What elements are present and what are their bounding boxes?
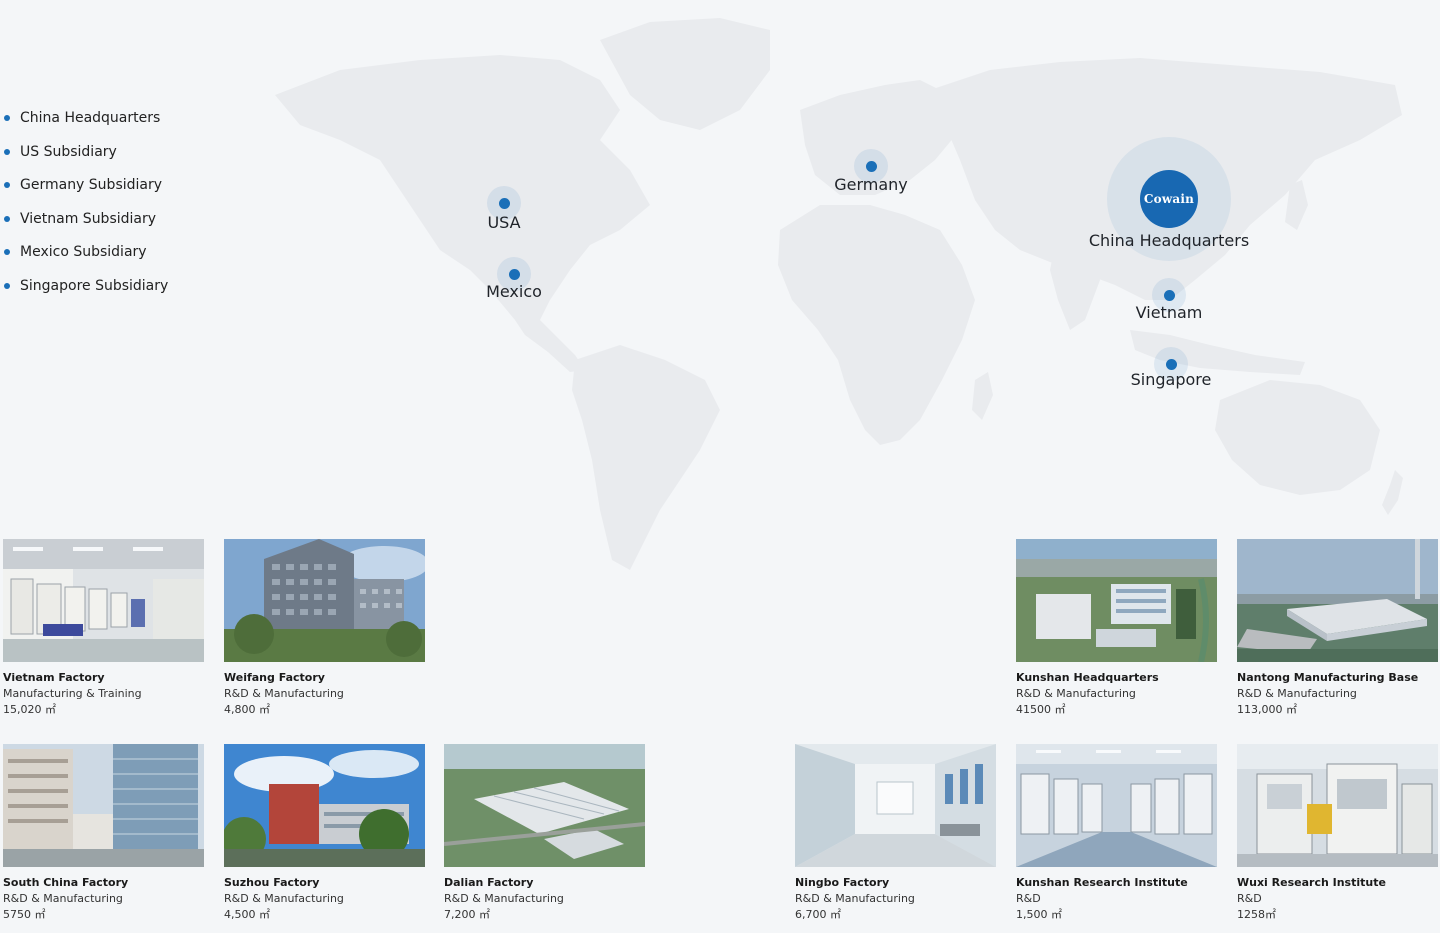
facility-photo bbox=[1016, 539, 1217, 662]
location-pin-icon bbox=[1164, 290, 1175, 301]
marker-label: China Headquarters bbox=[1088, 231, 1250, 250]
location-pin-icon bbox=[509, 269, 520, 280]
facility-card-suzhou-factory[interactable]: Suzhou Factory R&D & Manufacturing 4,500… bbox=[224, 744, 425, 923]
facility-type: R&D & Manufacturing bbox=[3, 892, 123, 905]
bullet-dot-icon bbox=[4, 249, 10, 255]
facility-type: R&D bbox=[1016, 892, 1041, 905]
legend-item-us-subsidiary[interactable]: US Subsidiary bbox=[0, 142, 168, 176]
facility-name: Wuxi Research Institute bbox=[1237, 876, 1386, 889]
facility-name: Weifang Factory bbox=[224, 671, 325, 684]
location-pin-icon bbox=[866, 161, 877, 172]
facility-name: South China Factory bbox=[3, 876, 129, 889]
facility-photo bbox=[444, 744, 645, 867]
marker-label: Germany bbox=[834, 175, 908, 194]
location-pin-icon bbox=[1166, 359, 1177, 370]
bullet-dot-icon bbox=[4, 282, 10, 289]
bullet-dot-icon bbox=[4, 115, 10, 121]
legend-item-singapore-subsidiary[interactable]: Singapore Subsidiary bbox=[0, 276, 168, 310]
facility-photo bbox=[224, 744, 425, 867]
facility-area: 5750 ㎡ bbox=[3, 908, 46, 921]
facility-card-south-china-factory[interactable]: South China Factory R&D & Manufacturing … bbox=[3, 744, 204, 923]
bullet-dot-icon bbox=[4, 182, 10, 188]
facility-photo bbox=[1237, 539, 1438, 662]
facility-name: Ningbo Factory bbox=[795, 876, 890, 889]
world-map bbox=[275, 18, 1403, 570]
facility-name: Kunshan Research Institute bbox=[1016, 876, 1188, 889]
facility-card-weifang-factory[interactable]: Weifang Factory R&D & Manufacturing 4,80… bbox=[224, 539, 425, 718]
facility-photo bbox=[224, 539, 425, 662]
subsidiary-legend: China Headquarters US Subsidiary Germany… bbox=[0, 108, 168, 309]
legend-item-label: Germany Subsidiary bbox=[20, 177, 163, 193]
facility-name: Kunshan Headquarters bbox=[1016, 671, 1159, 684]
facility-area: 4,800 ㎡ bbox=[224, 703, 270, 716]
facility-area: 1,500 ㎡ bbox=[1016, 908, 1062, 921]
facility-card-dalian-factory[interactable]: Dalian Factory R&D & Manufacturing 7,200… bbox=[444, 744, 645, 923]
facility-type: R&D & Manufacturing bbox=[1237, 687, 1357, 700]
facility-card-nantong-manufacturing-base[interactable]: Nantong Manufacturing Base R&D & Manufac… bbox=[1237, 539, 1438, 718]
facility-area: 4,500 ㎡ bbox=[224, 908, 270, 921]
facility-card-ningbo-factory[interactable]: Ningbo Factory R&D & Manufacturing 6,700… bbox=[795, 744, 996, 923]
facility-area: 1258㎡ bbox=[1237, 908, 1276, 921]
facility-card-vietnam-factory[interactable]: Vietnam Factory Manufacturing & Training… bbox=[3, 539, 204, 718]
facility-type: R&D & Manufacturing bbox=[1016, 687, 1136, 700]
marker-label: USA bbox=[487, 213, 521, 232]
bullet-dot-icon bbox=[4, 148, 10, 155]
facility-type: R&D & Manufacturing bbox=[444, 892, 564, 905]
facility-area: 6,700 ㎡ bbox=[795, 908, 841, 921]
facility-photo bbox=[1237, 744, 1438, 867]
legend-item-label: China Headquarters bbox=[20, 110, 161, 126]
facility-card-kunshan-headquarters[interactable]: Kunshan Headquarters R&D & Manufacturing… bbox=[1016, 539, 1217, 718]
marker-label: Singapore bbox=[1130, 370, 1212, 389]
facility-card-wuxi-research-institute[interactable]: Wuxi Research Institute R&D 1258㎡ bbox=[1237, 744, 1438, 923]
facility-name: Vietnam Factory bbox=[3, 671, 105, 684]
facility-area: 113,000 ㎡ bbox=[1237, 703, 1297, 716]
facility-type: R&D & Manufacturing bbox=[224, 892, 344, 905]
facility-name: Nantong Manufacturing Base bbox=[1237, 671, 1419, 684]
facility-photo bbox=[795, 744, 996, 867]
facility-type: R&D bbox=[1237, 892, 1262, 905]
legend-item-label: US Subsidiary bbox=[20, 143, 117, 160]
legend-item-mexico-subsidiary[interactable]: Mexico Subsidiary bbox=[0, 242, 168, 276]
facility-area: 15,020 ㎡ bbox=[3, 703, 56, 716]
legend-item-vietnam-subsidiary[interactable]: Vietnam Subsidiary bbox=[0, 209, 168, 243]
facility-area: 41500 ㎡ bbox=[1016, 703, 1066, 716]
legend-item-label: Singapore Subsidiary bbox=[20, 277, 169, 294]
global-footprint-page: China Headquarters US Subsidiary Germany… bbox=[0, 0, 1440, 933]
facility-name: Dalian Factory bbox=[444, 876, 534, 889]
legend-item-label: Vietnam Subsidiary bbox=[20, 210, 157, 227]
legend-item-germany-subsidiary[interactable]: Germany Subsidiary bbox=[0, 175, 168, 209]
facility-type: Manufacturing & Training bbox=[3, 687, 142, 700]
facility-photo bbox=[1016, 744, 1217, 867]
facility-photo bbox=[3, 744, 204, 867]
facility-type: R&D & Manufacturing bbox=[795, 892, 915, 905]
bullet-dot-icon bbox=[4, 215, 10, 222]
legend-item-label: Mexico Subsidiary bbox=[20, 244, 147, 260]
facility-type: R&D & Manufacturing bbox=[224, 687, 344, 700]
marker-label: Mexico bbox=[486, 282, 542, 301]
facility-card-kunshan-research-institute[interactable]: Kunshan Research Institute R&D 1,500 ㎡ bbox=[1016, 744, 1217, 923]
facility-photo bbox=[3, 539, 204, 662]
legend-item-china-headquarters[interactable]: China Headquarters bbox=[0, 108, 168, 142]
location-pin-icon bbox=[499, 198, 510, 209]
facility-name: Suzhou Factory bbox=[224, 876, 320, 889]
cowain-logo: Cowain bbox=[1140, 170, 1198, 228]
marker-label: Vietnam bbox=[1135, 303, 1203, 322]
facility-area: 7,200 ㎡ bbox=[444, 908, 490, 921]
